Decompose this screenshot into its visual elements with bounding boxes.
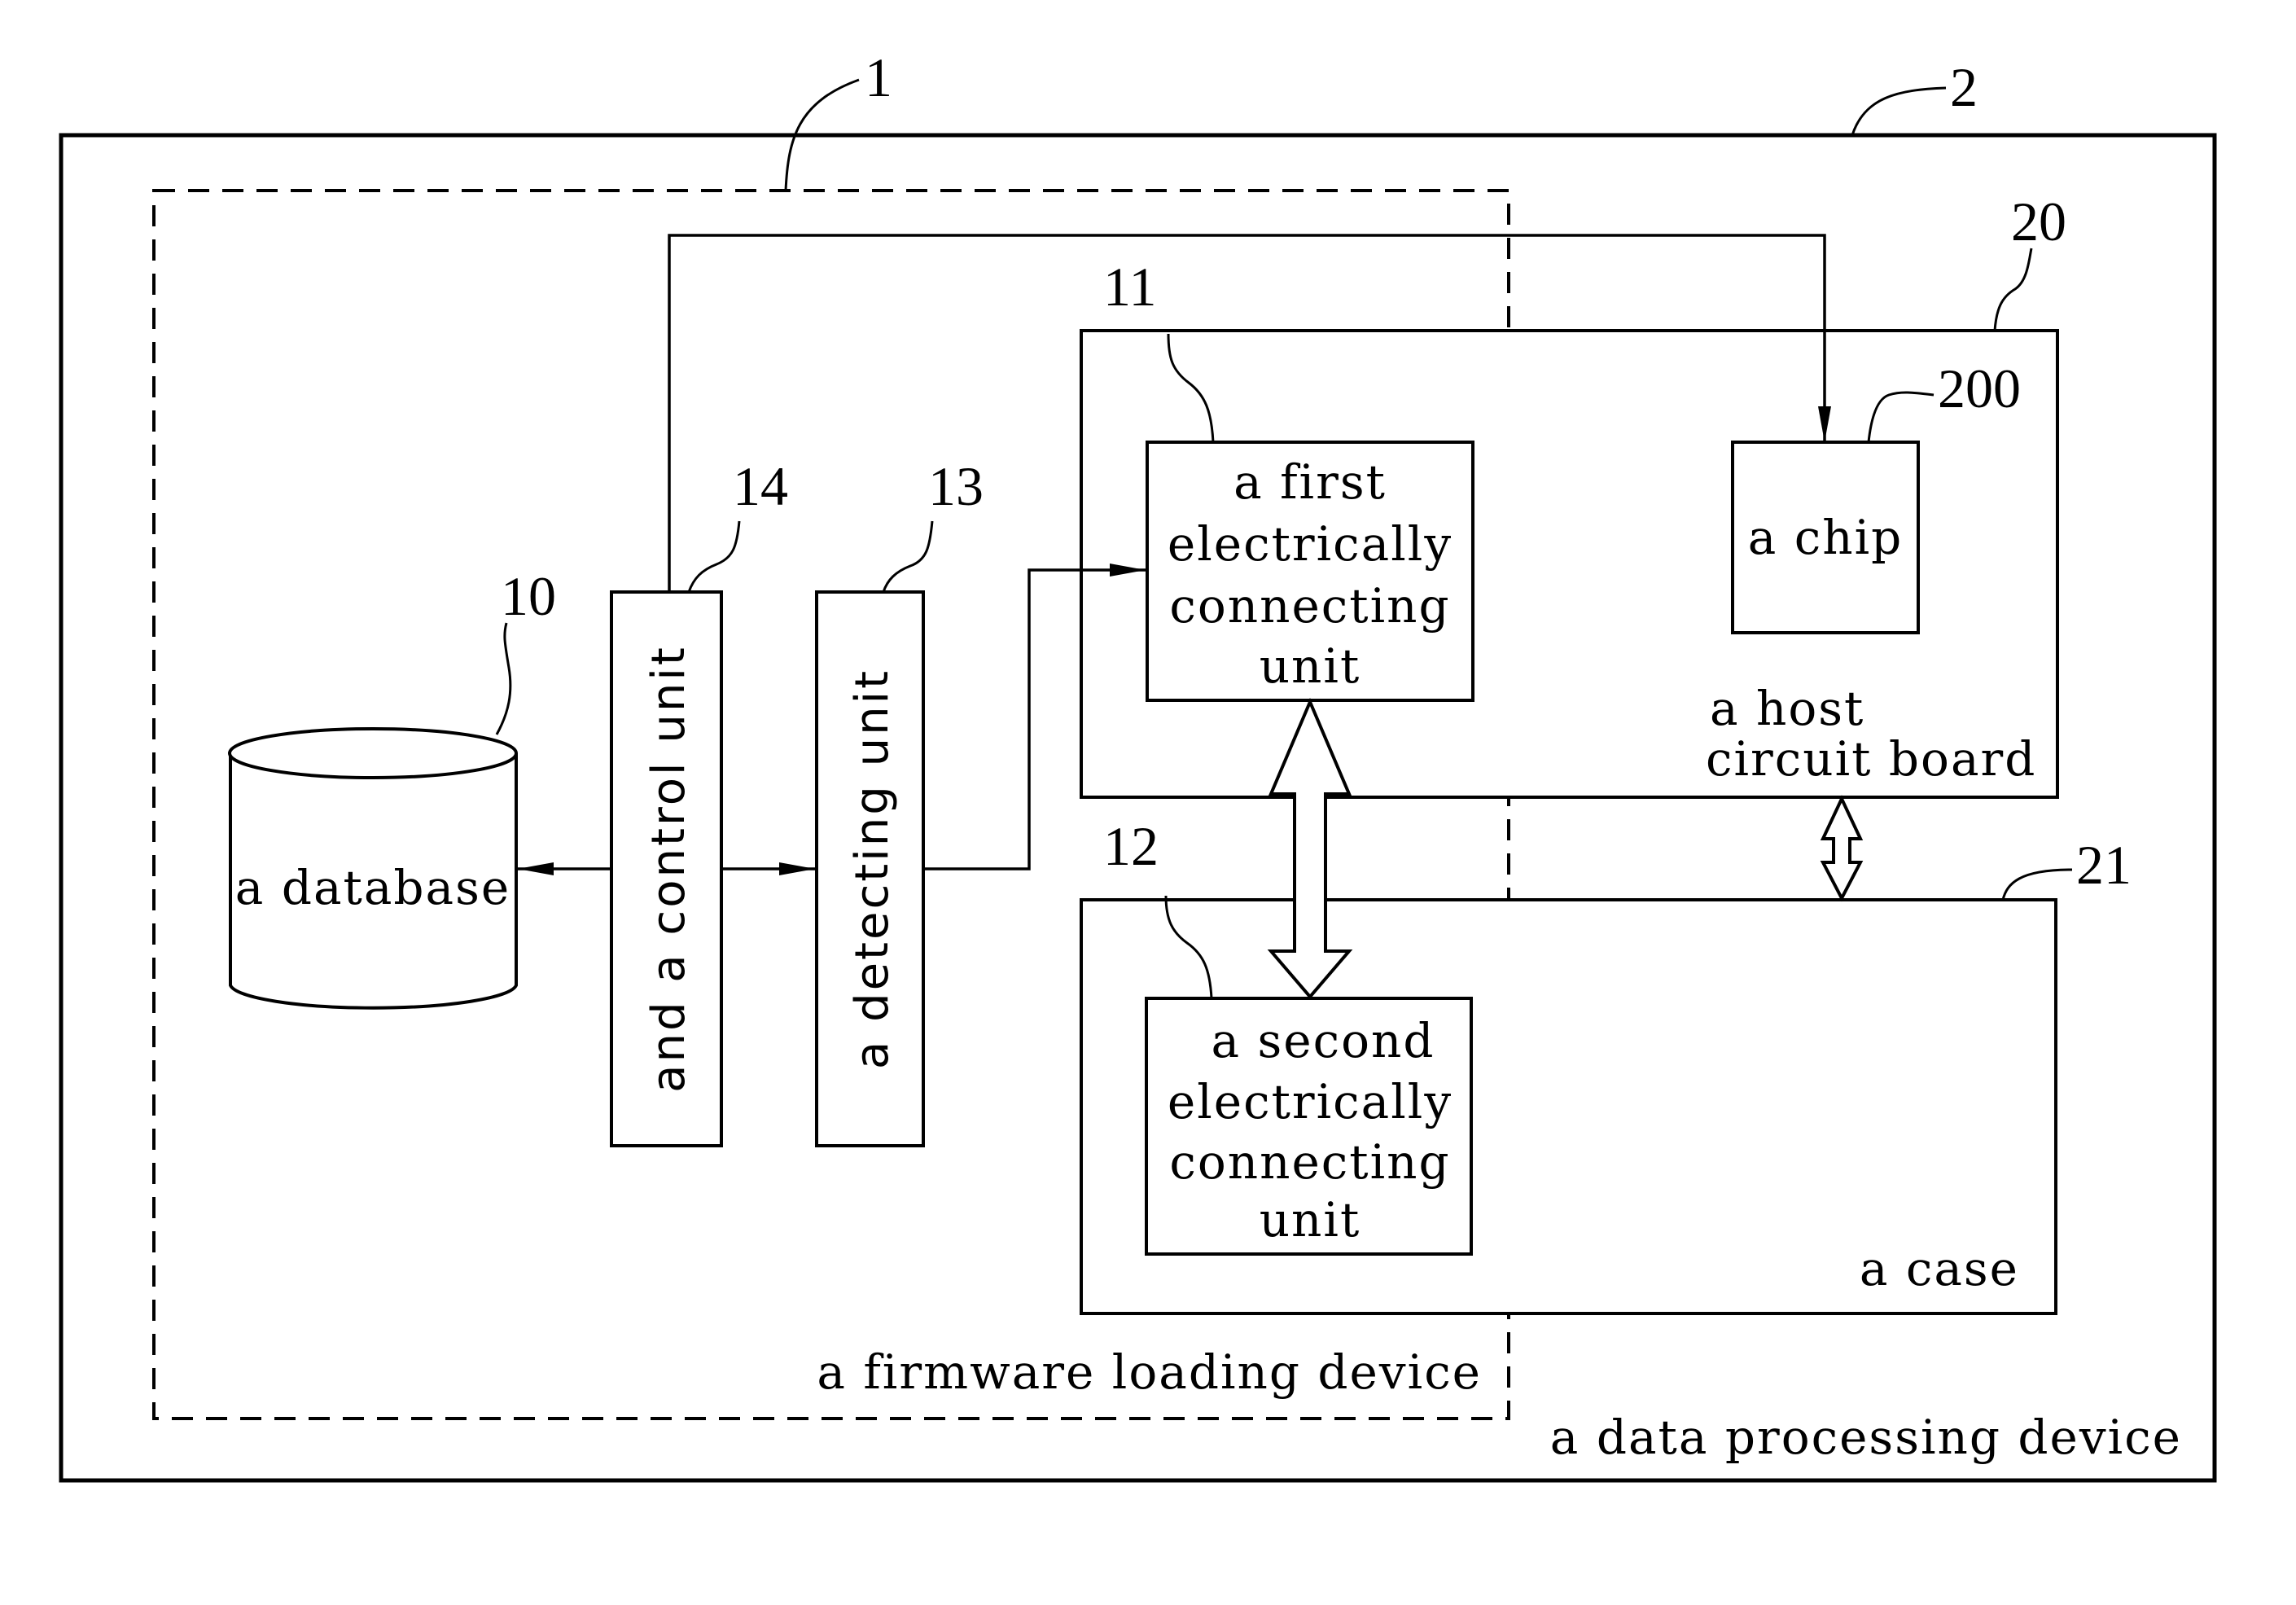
first-unit-line-3: connecting — [1169, 578, 1450, 634]
host-circuit-board-label-1: a host — [1710, 681, 1864, 736]
ref-200: 200 — [1938, 357, 2021, 419]
first-unit-line-1: a first — [1233, 454, 1387, 510]
ref-10: 10 — [501, 565, 556, 627]
first-unit-line-2: electrically — [1168, 516, 1453, 572]
ref-12: 12 — [1103, 815, 1159, 877]
leader-20 — [1993, 248, 2033, 331]
first-unit-line-4: unit — [1260, 638, 1361, 694]
ref-21: 21 — [2076, 834, 2132, 896]
host-circuit-board-label-2: circuit board — [1706, 731, 2036, 787]
data-processing-device-label: a data processing device — [1550, 1410, 2182, 1465]
chip-label: a chip — [1748, 510, 1904, 565]
second-unit-line-2: electrically — [1168, 1074, 1453, 1129]
case-label: a case — [1860, 1241, 2019, 1296]
leader-13 — [882, 520, 934, 593]
ref-14: 14 — [733, 455, 788, 517]
second-unit-line-1: a second — [1212, 1013, 1435, 1068]
leader-14 — [687, 520, 741, 593]
detecting-unit-label: a detecting unit — [846, 669, 899, 1069]
leader-21 — [2001, 868, 2073, 901]
ref-11: 11 — [1103, 256, 1156, 318]
second-unit-line-3: connecting — [1169, 1134, 1450, 1190]
ref-2: 2 — [1950, 56, 1978, 118]
ref-20: 20 — [2011, 191, 2066, 252]
block-diagram: 2 a data processing device 1 a firmware … — [59, 46, 2217, 1483]
board-case-double-arrow — [1820, 795, 1864, 902]
control-unit-label: and a control unit — [642, 645, 695, 1093]
ref-1: 1 — [865, 46, 892, 108]
leader-2 — [1851, 86, 1947, 136]
ref-13: 13 — [928, 455, 984, 517]
leader-10 — [495, 622, 512, 735]
database-label: a database — [235, 860, 510, 915]
firmware-loading-device-label: a firmware loading device — [817, 1344, 1482, 1400]
second-unit-line-4: unit — [1260, 1192, 1361, 1248]
